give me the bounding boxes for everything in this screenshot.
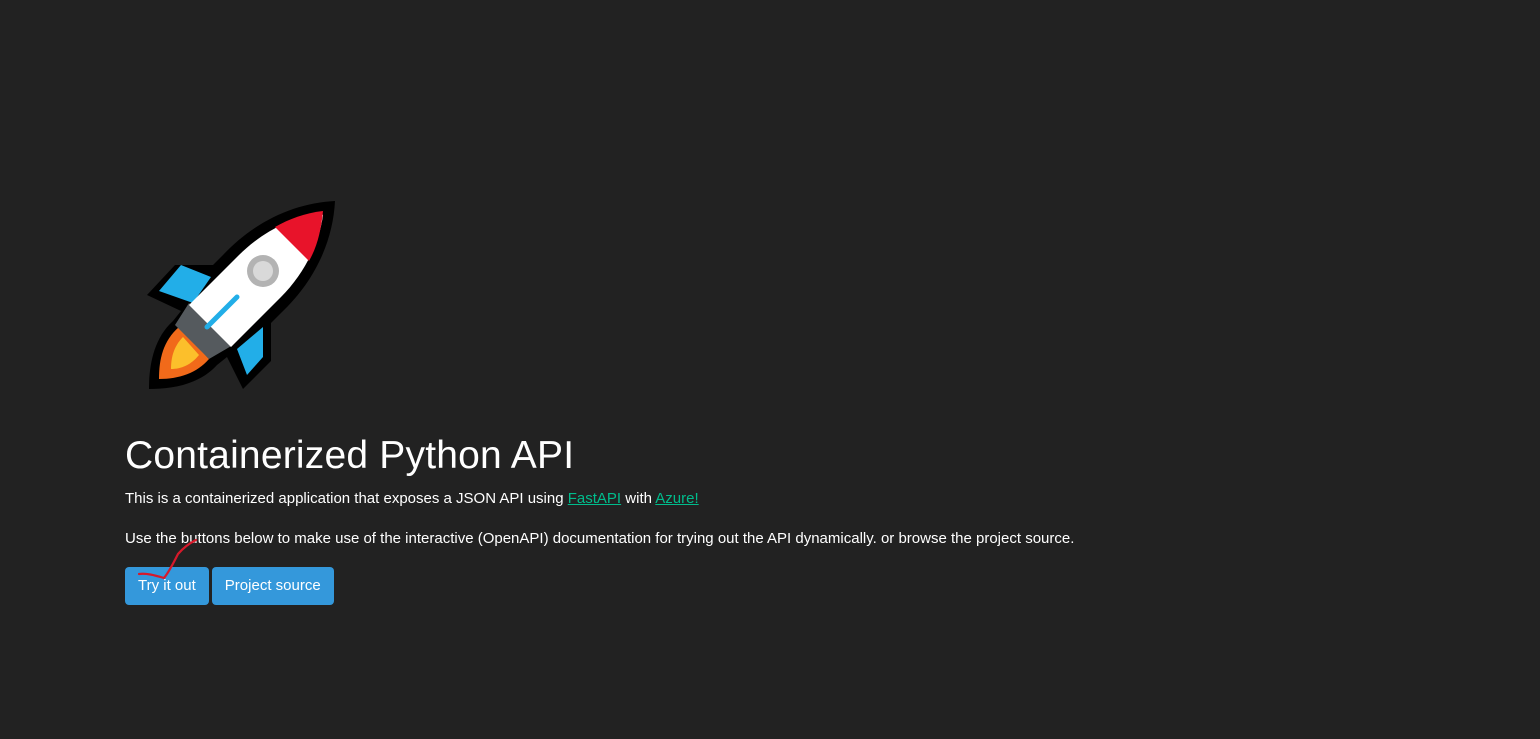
azure-link[interactable]: Azure! — [655, 490, 698, 507]
rocket-icon — [147, 201, 335, 389]
intro-text: This is a containerized application that… — [125, 489, 1325, 509]
page-title: Containerized Python API — [125, 434, 575, 477]
fastapi-link[interactable]: FastAPI — [568, 490, 621, 507]
intro-text-before: This is a containerized application that… — [125, 490, 568, 507]
project-source-button[interactable]: Project source — [211, 567, 334, 605]
intro-text-middle: with — [621, 490, 656, 507]
try-it-out-button[interactable]: Try it out — [125, 567, 209, 605]
usage-text: Use the buttons below to make use of the… — [125, 530, 1075, 547]
hero-section: Containerized Python API This is a conta… — [125, 430, 1325, 605]
button-group: Try it out Project source — [125, 567, 1325, 605]
